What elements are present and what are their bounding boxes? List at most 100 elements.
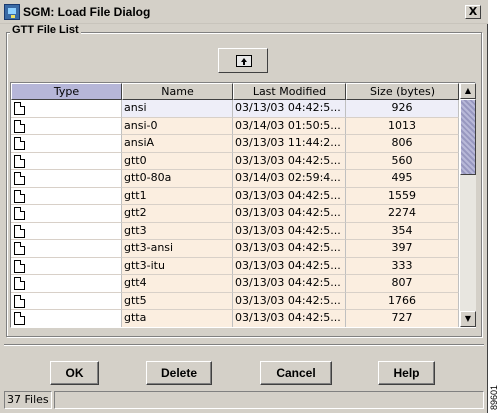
file-icon: [14, 102, 25, 115]
type-cell: [11, 222, 122, 240]
name-cell: gtt3-itu: [122, 257, 233, 275]
file-icon: [14, 137, 25, 150]
type-cell: [11, 187, 122, 205]
modified-cell: 03/13/03 04:42:5...: [233, 257, 346, 275]
scroll-down-button[interactable]: ▼: [460, 311, 476, 327]
name-cell: ansi-0: [122, 117, 233, 135]
file-icon: [14, 154, 25, 168]
file-icon: [14, 294, 25, 308]
status-panel: [54, 391, 484, 409]
column-header-last-modified[interactable]: Last Modified: [233, 83, 346, 100]
table-row[interactable]: gtt2 03/13/03 04:42:5... 2274: [11, 205, 459, 223]
size-cell: 333: [346, 257, 459, 275]
modified-cell: 03/13/03 04:42:5...: [233, 100, 346, 118]
size-cell: 560: [346, 152, 459, 170]
type-cell: [11, 170, 122, 188]
size-cell: 926: [346, 100, 459, 118]
file-icon: [14, 242, 25, 255]
window-title: SGM: Load File Dialog: [23, 5, 151, 19]
table-row[interactable]: gtt0 03/13/03 04:42:5... 560: [11, 152, 459, 170]
file-icon: [14, 312, 25, 325]
name-cell: gtt3-ansi: [122, 240, 233, 258]
name-cell: gtt0: [122, 152, 233, 170]
column-header-type[interactable]: Type: [11, 83, 122, 100]
table-row[interactable]: gtt3 03/13/03 04:42:5... 354: [11, 222, 459, 240]
type-cell: [11, 240, 122, 258]
file-icon: [14, 224, 25, 238]
modified-cell: 03/13/03 04:42:5...: [233, 152, 346, 170]
close-button[interactable]: X: [465, 5, 481, 19]
name-cell: gtt0-80a: [122, 170, 233, 188]
table-row[interactable]: gtt5 03/13/03 04:42:5... 1766: [11, 292, 459, 310]
name-cell: gtt5: [122, 292, 233, 310]
file-table: Type Name Last Modified Size (bytes) ans…: [10, 82, 476, 328]
status-bar: 37 Files: [4, 391, 484, 409]
column-header-size[interactable]: Size (bytes): [346, 83, 459, 100]
name-cell: gtt1: [122, 187, 233, 205]
table-row[interactable]: gtt4 03/13/03 04:42:5... 807: [11, 275, 459, 293]
open-file-icon: [236, 55, 252, 67]
type-cell: [11, 117, 122, 135]
name-cell: ansiA: [122, 135, 233, 153]
load-file-dialog: SGM: Load File Dialog X GTT File List Ty…: [0, 0, 488, 413]
scroll-up-button[interactable]: ▲: [460, 83, 476, 99]
table-row[interactable]: gtt3-ansi 03/13/03 04:42:5... 397: [11, 240, 459, 258]
table-row[interactable]: gtta 03/13/03 04:42:5... 727: [11, 310, 459, 327]
table-body: ansi 03/13/03 04:42:5... 926 ansi-0 03/14/03…: [11, 100, 459, 327]
table-row[interactable]: gtt1 03/13/03 04:42:5... 1559: [11, 187, 459, 205]
table-row[interactable]: gtt0-80a 03/14/03 02:59:4... 495: [11, 170, 459, 188]
load-file-button[interactable]: [218, 48, 268, 73]
type-cell: [11, 100, 122, 118]
size-cell: 397: [346, 240, 459, 258]
name-cell: ansi: [122, 100, 233, 118]
modified-cell: 03/13/03 04:42:5...: [233, 292, 346, 310]
modified-cell: 03/14/03 02:59:4...: [233, 170, 346, 188]
size-cell: 807: [346, 275, 459, 293]
modified-cell: 03/13/03 04:42:5...: [233, 187, 346, 205]
name-cell: gtt3: [122, 222, 233, 240]
figure-code: 89601: [489, 380, 499, 410]
name-cell: gtta: [122, 310, 233, 327]
app-icon: [4, 4, 20, 20]
file-count: 37 Files: [4, 391, 52, 409]
modified-cell: 03/13/03 04:42:5...: [233, 205, 346, 223]
name-cell: gtt4: [122, 275, 233, 293]
table-row[interactable]: gtt3-itu 03/13/03 04:42:5... 333: [11, 257, 459, 275]
title-bar[interactable]: SGM: Load File Dialog X: [0, 0, 488, 24]
modified-cell: 03/13/03 04:42:5...: [233, 240, 346, 258]
file-icon: [14, 259, 25, 273]
size-cell: 354: [346, 222, 459, 240]
file-icon: [14, 119, 25, 133]
type-cell: [11, 205, 122, 223]
type-cell: [11, 292, 122, 310]
size-cell: 727: [346, 310, 459, 327]
size-cell: 1559: [346, 187, 459, 205]
modified-cell: 03/13/03 11:44:2...: [233, 135, 346, 153]
type-cell: [11, 135, 122, 153]
type-cell: [11, 152, 122, 170]
table-row[interactable]: ansi-0 03/14/03 01:50:5... 1013: [11, 117, 459, 135]
table-row[interactable]: ansi 03/13/03 04:42:5... 926: [11, 100, 459, 118]
cancel-button[interactable]: Cancel: [260, 361, 332, 385]
size-cell: 2274: [346, 205, 459, 223]
scroll-thumb[interactable]: [460, 99, 476, 175]
size-cell: 1766: [346, 292, 459, 310]
modified-cell: 03/13/03 04:42:5...: [233, 222, 346, 240]
separator: [4, 344, 484, 346]
type-cell: [11, 310, 122, 327]
ok-button[interactable]: OK: [50, 361, 99, 385]
column-header-name[interactable]: Name: [122, 83, 233, 100]
file-icon: [14, 189, 25, 203]
file-icon: [14, 172, 25, 185]
type-cell: [11, 275, 122, 293]
size-cell: 806: [346, 135, 459, 153]
group-label: GTT File List: [10, 24, 81, 36]
table-row[interactable]: ansiA 03/13/03 11:44:2... 806: [11, 135, 459, 153]
help-button[interactable]: Help: [378, 361, 435, 385]
modified-cell: 03/13/03 04:42:5...: [233, 310, 346, 327]
modified-cell: 03/14/03 01:50:5...: [233, 117, 346, 135]
vertical-scrollbar[interactable]: ▲ ▼: [460, 83, 476, 327]
delete-button[interactable]: Delete: [146, 361, 212, 385]
type-cell: [11, 257, 122, 275]
name-cell: gtt2: [122, 205, 233, 223]
